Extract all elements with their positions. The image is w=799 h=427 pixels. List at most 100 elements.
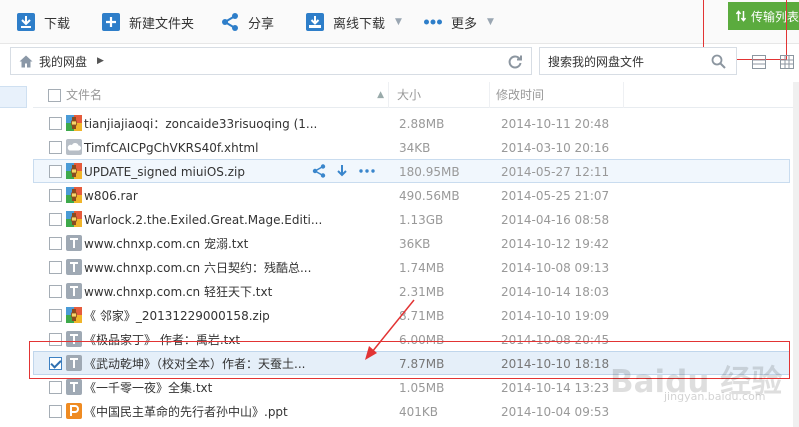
file-size: 1.74MB — [399, 261, 445, 275]
file-name[interactable]: TimfCAICPgChVKRS40f.xhtml — [84, 136, 258, 160]
column-header: 文件名 ▲ 大小 修改时间 — [33, 82, 799, 108]
table-row[interactable]: TimfCAICPgChVKRS40f.xhtml 34KB 2014-03-10 … — [33, 135, 790, 159]
file-modified-time: 2014-10-14 18:03 — [501, 285, 610, 299]
transfer-list-button[interactable]: 传输列表 — [728, 2, 799, 30]
file-name[interactable]: tianjiajiaoqi：zoncaide33risuoqing (1... — [84, 112, 317, 136]
row-checkbox[interactable] — [49, 141, 62, 154]
file-size: 2.31MB — [399, 285, 445, 299]
text-file-icon — [66, 355, 82, 371]
row-checkbox[interactable] — [49, 309, 62, 322]
row-checkbox[interactable] — [49, 117, 62, 130]
row-actions — [312, 164, 376, 178]
file-name[interactable]: Warlock.2.the.Exiled.Great.Mage.Editi... — [84, 208, 322, 232]
file-size: 36KB — [399, 237, 431, 251]
search-placeholder: 搜索我的网盘文件 — [548, 54, 645, 69]
file-modified-time: 2014-05-27 12:11 — [501, 165, 610, 179]
breadcrumb-root[interactable]: 我的网盘 — [39, 53, 87, 70]
column-modified-label: 修改时间 — [496, 88, 545, 102]
chevron-right-icon[interactable]: ▶ — [97, 56, 104, 66]
table-row[interactable]: Warlock.2.the.Exiled.Great.Mage.Editi...… — [33, 207, 790, 231]
file-modified-time: 2014-10-04 09:53 — [501, 405, 610, 419]
sort-arrow-icon[interactable]: ▲ — [377, 82, 384, 108]
file-modified-time: 2014-10-10 18:18 — [501, 357, 610, 371]
transfer-list-label: 传输列表 — [750, 9, 799, 24]
file-name[interactable]: 《极品家丁》 作者：禹岩.txt — [84, 328, 240, 352]
file-size: 1.13GB — [399, 213, 444, 227]
more-label: 更多 — [451, 16, 478, 32]
refresh-icon[interactable] — [507, 54, 523, 70]
file-name[interactable]: 《一千零一夜》全集.txt — [84, 376, 212, 400]
row-checkbox[interactable] — [49, 261, 62, 274]
column-name-header[interactable]: 文件名 ▲ — [66, 82, 389, 108]
table-row[interactable]: 《 邻家》_20131229000158.zip 8.71MB 2014-10-10… — [33, 303, 790, 327]
file-modified-time: 2014-04-16 08:58 — [501, 213, 610, 227]
row-checkbox[interactable] — [49, 333, 62, 346]
share-icon[interactable] — [312, 164, 326, 178]
download-label: 下载 — [44, 16, 71, 32]
file-modified-time: 2014-03-10 20:16 — [501, 141, 610, 155]
search-icon[interactable] — [711, 54, 726, 69]
grid-view-icon[interactable] — [780, 55, 794, 69]
table-row[interactable]: 《极品家丁》 作者：禹岩.txt 6.00MB 2014-10-08 20:45 — [33, 327, 790, 351]
column-modified-header[interactable]: 修改时间 — [496, 82, 624, 108]
offline-download-button[interactable]: 离线下载 ▼ — [305, 0, 402, 44]
file-size: 490.56MB — [399, 189, 460, 203]
row-checkbox[interactable] — [49, 213, 62, 226]
column-name-label: 文件名 — [66, 88, 103, 102]
file-name[interactable]: 《中国民主革命的先行者孙中山》.ppt — [84, 400, 288, 424]
file-size: 7.87MB — [399, 357, 445, 371]
column-size-header[interactable]: 大小 — [397, 82, 490, 108]
toolbar: 下载 新建文件夹 分享 离线下载 ▼ 更多 ▼ 传输列表 — [0, 0, 799, 44]
download-icon[interactable] — [335, 164, 349, 178]
home-icon — [19, 55, 33, 67]
file-modified-time: 2014-10-14 13:23 — [501, 381, 610, 395]
chevron-down-icon: ▼ — [487, 17, 494, 27]
cloud-file-icon — [66, 139, 82, 155]
offline-download-label: 离线下载 — [333, 16, 386, 32]
table-row[interactable]: www.chnxp.com.cn 宠溺.txt 36KB 2014-10-12 19… — [33, 231, 790, 255]
file-name[interactable]: 《 邻家》_20131229000158.zip — [84, 304, 270, 328]
table-row[interactable]: 《武动乾坤》（校对全本）作者：天蚕土... 7.87MB 2014-10-10 18… — [33, 351, 790, 375]
search-input[interactable]: 搜索我的网盘文件 — [539, 47, 737, 75]
archive-icon — [66, 115, 82, 131]
new-folder-button[interactable]: 新建文件夹 — [101, 0, 194, 44]
table-row[interactable]: w806.rar 490.56MB 2014-05-25 21:07 — [33, 183, 790, 207]
more-icon[interactable] — [358, 164, 376, 178]
row-checkbox[interactable] — [49, 237, 62, 250]
file-name[interactable]: www.chnxp.com.cn 轻狂天下.txt — [84, 280, 272, 304]
scrollbar[interactable] — [793, 82, 799, 427]
file-size: 8.71MB — [399, 309, 445, 323]
row-checkbox[interactable] — [49, 405, 62, 418]
table-row[interactable]: 《中国民主革命的先行者孙中山》.ppt 401KB 2014-10-04 09:53 — [33, 399, 790, 423]
text-file-icon — [66, 235, 82, 251]
archive-icon — [66, 211, 82, 227]
table-row[interactable]: tianjiajiaoqi：zoncaide33risuoqing (1... 2… — [33, 111, 790, 135]
row-checkbox[interactable] — [49, 165, 62, 178]
table-row[interactable]: UPDATE_signed miuiOS.zip 180.95MB 2014-05-… — [33, 159, 790, 183]
more-button[interactable]: 更多 ▼ — [423, 0, 494, 44]
share-button[interactable]: 分享 — [220, 0, 274, 44]
table-row[interactable]: www.chnxp.com.cn 轻狂天下.txt 2.31MB 2014-10-1… — [33, 279, 790, 303]
file-name[interactable]: w806.rar — [84, 184, 138, 208]
file-modified-time: 2014-10-08 09:13 — [501, 261, 610, 275]
table-row[interactable]: www.chnxp.com.cn 六日契约：残酷总... 1.74MB 2014-1… — [33, 255, 790, 279]
list-view-icon[interactable] — [752, 55, 766, 69]
file-size: 6.00MB — [399, 333, 445, 347]
download-button[interactable]: 下载 — [16, 0, 70, 44]
row-checkbox[interactable] — [49, 357, 62, 370]
file-name[interactable]: www.chnxp.com.cn 宠溺.txt — [84, 232, 248, 256]
breadcrumb[interactable]: 我的网盘 ▶ — [10, 47, 532, 75]
sidebar-item-selected[interactable] — [0, 86, 27, 108]
row-checkbox[interactable] — [49, 189, 62, 202]
file-name[interactable]: www.chnxp.com.cn 六日契约：残酷总... — [84, 256, 311, 280]
row-checkbox[interactable] — [49, 285, 62, 298]
chevron-down-icon: ▼ — [395, 17, 402, 27]
row-checkbox[interactable] — [49, 381, 62, 394]
table-row[interactable]: 《一千零一夜》全集.txt 1.05MB 2014-10-14 13:23 — [33, 375, 790, 399]
archive-icon — [66, 163, 82, 179]
file-name[interactable]: 《武动乾坤》（校对全本）作者：天蚕土... — [84, 352, 305, 376]
select-all-checkbox[interactable] — [48, 89, 61, 102]
more-icon — [424, 19, 442, 25]
file-name[interactable]: UPDATE_signed miuiOS.zip — [84, 160, 245, 184]
file-modified-time: 2014-05-25 21:07 — [501, 189, 610, 203]
